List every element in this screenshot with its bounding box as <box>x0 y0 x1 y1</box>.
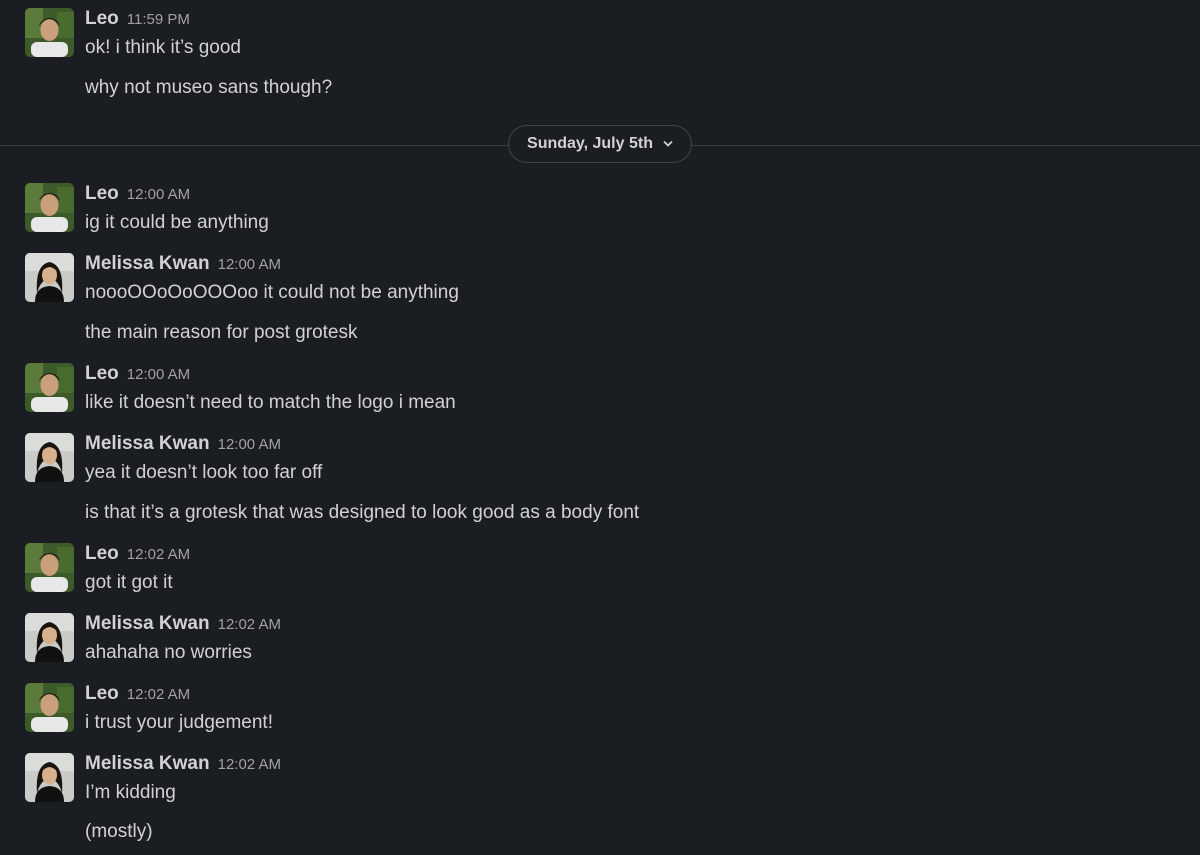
avatar-leo[interactable] <box>25 543 74 592</box>
message-text: noooOOoOoOOOoo it could not be anything <box>85 282 459 303</box>
timestamp[interactable]: 12:02 AM <box>218 756 281 773</box>
timestamp[interactable]: 12:02 AM <box>218 616 281 633</box>
sender-name[interactable]: Leo 11:59 PM <box>85 8 190 31</box>
message-text: ig it could be anything <box>85 212 269 233</box>
date-divider-button[interactable]: Sunday, July 5th <box>508 125 692 163</box>
sender-name[interactable]: Melissa Kwan 12:02 AM <box>85 613 281 636</box>
message-text: I’m kidding <box>85 782 176 803</box>
message-text: (mostly) <box>85 821 153 842</box>
avatar-melissa[interactable] <box>25 753 74 802</box>
message-text: is that it’s a grotesk that was designed… <box>85 502 640 523</box>
message-text: ok! i think it’s good <box>85 37 241 58</box>
sender-name[interactable]: Melissa Kwan 12:02 AM <box>85 753 281 776</box>
message-text: the main reason for post grotesk <box>85 322 358 343</box>
message-text: ahahaha no worries <box>85 642 252 663</box>
timestamp[interactable]: 12:02 AM <box>127 686 190 703</box>
chevron-down-icon <box>663 138 673 150</box>
sender-name[interactable]: Melissa Kwan 12:00 AM <box>85 433 281 456</box>
message-text: got it got it <box>85 572 173 593</box>
message-text: why not museo sans though? <box>85 77 333 98</box>
avatar-melissa[interactable] <box>25 433 74 482</box>
sender-name[interactable]: Leo 12:02 AM <box>85 683 190 706</box>
timestamp[interactable]: 12:02 AM <box>127 546 190 563</box>
timestamp[interactable]: 12:00 AM <box>218 436 281 453</box>
timestamp[interactable]: 12:00 AM <box>218 256 281 273</box>
sender-name[interactable]: Leo 12:02 AM <box>85 543 190 566</box>
date-label: Sunday, July 5th <box>527 135 653 152</box>
message-text: i trust your judgement! <box>85 712 273 733</box>
message-text: yea it doesn’t look too far off <box>85 462 323 483</box>
message-text: like it doesn’t need to match the logo i… <box>85 392 456 413</box>
avatar-leo[interactable] <box>25 363 74 412</box>
avatar-leo[interactable] <box>25 8 74 57</box>
sender-name[interactable]: Leo 12:00 AM <box>85 183 190 206</box>
avatar-leo[interactable] <box>25 183 74 232</box>
timestamp[interactable]: 12:00 AM <box>127 186 190 203</box>
timestamp[interactable]: 12:00 AM <box>127 366 190 383</box>
timestamp[interactable]: 11:59 PM <box>127 11 190 28</box>
sender-name[interactable]: Leo 12:00 AM <box>85 363 190 386</box>
avatar-leo[interactable] <box>25 683 74 732</box>
sender-name[interactable]: Melissa Kwan 12:00 AM <box>85 253 281 276</box>
avatar-melissa[interactable] <box>25 613 74 662</box>
avatar-melissa[interactable] <box>25 253 74 302</box>
